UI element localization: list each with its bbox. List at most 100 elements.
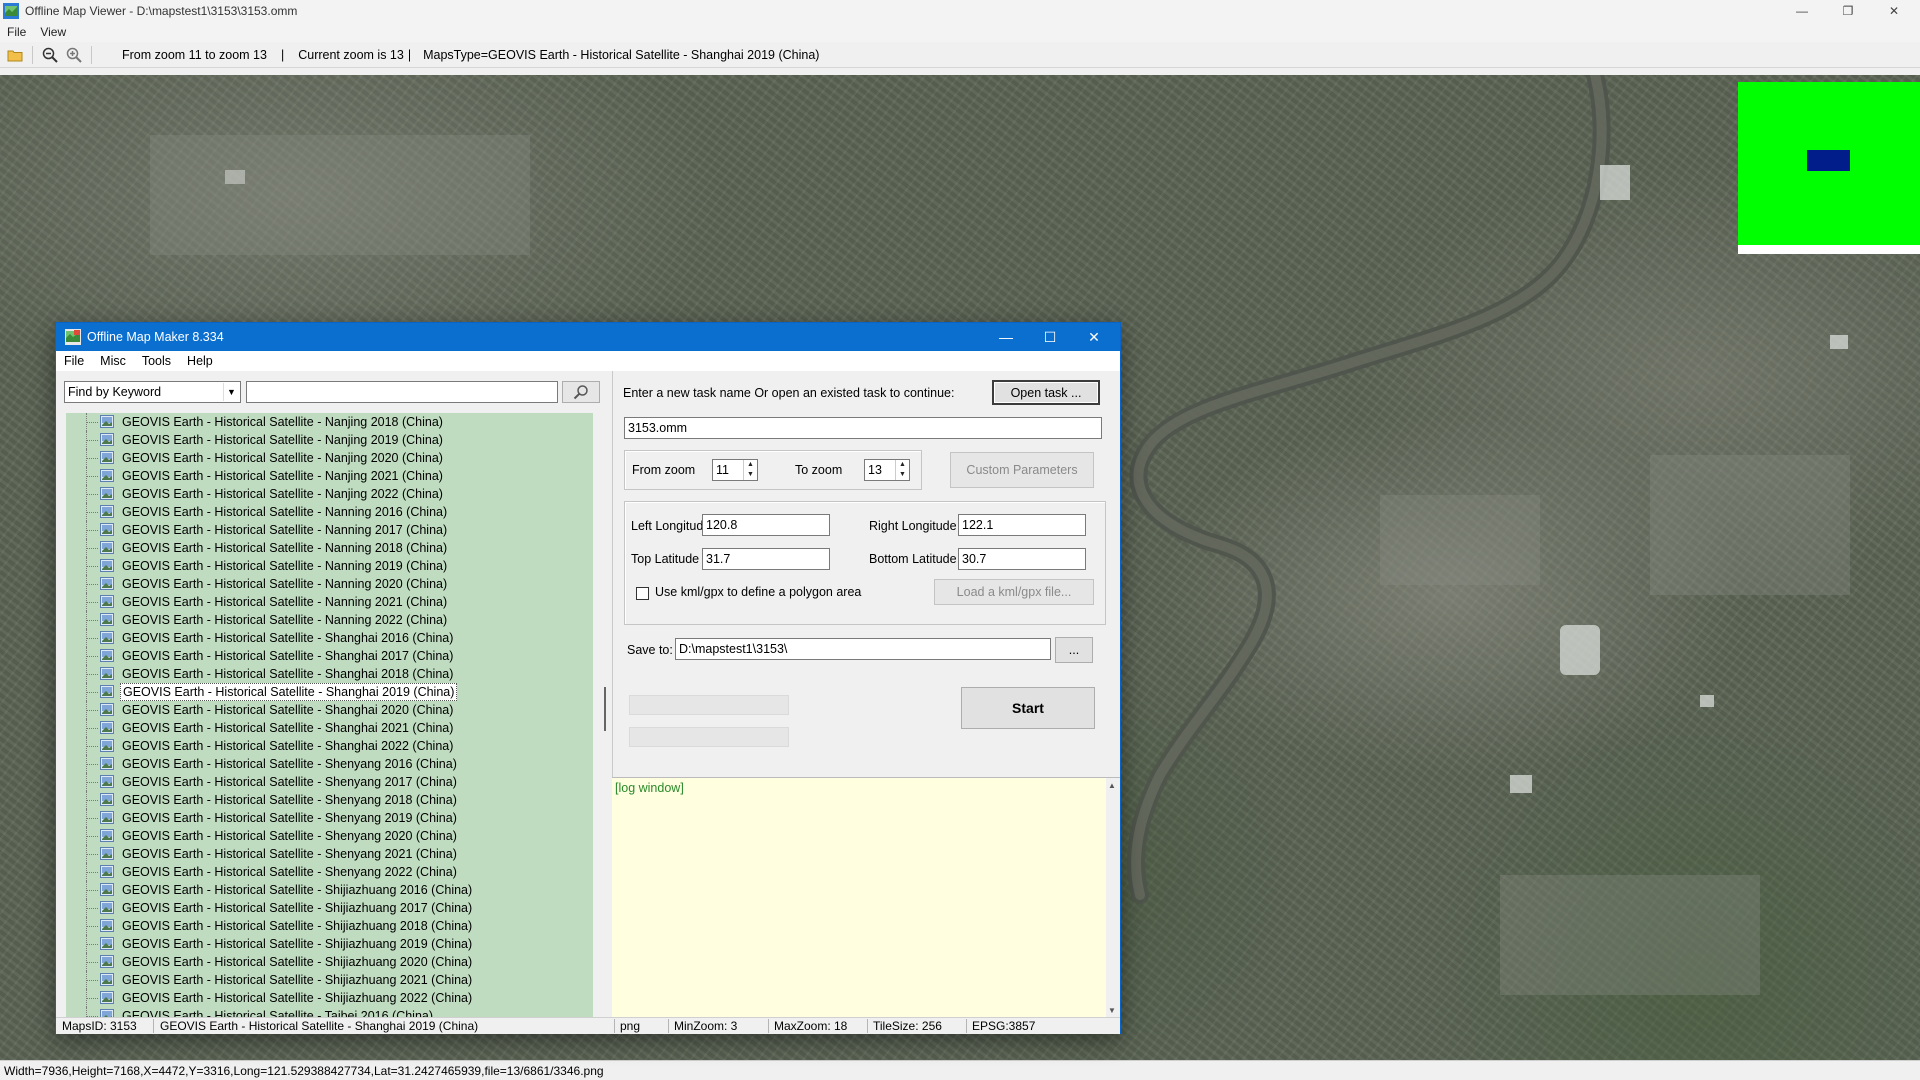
left-longitude-input[interactable]: 120.8 [702, 514, 830, 536]
toolbar-divider-text: | [407, 47, 412, 62]
close-button[interactable]: ✕ [1872, 0, 1916, 22]
tree-item[interactable]: GEOVIS Earth - Historical Satellite - Na… [66, 503, 593, 521]
pane-splitter[interactable] [602, 371, 606, 1017]
tree-item[interactable]: GEOVIS Earth - Historical Satellite - Sh… [66, 647, 593, 665]
tree-item[interactable]: GEOVIS Earth - Historical Satellite - Sh… [66, 989, 593, 1007]
from-zoom-label: From zoom [632, 463, 696, 477]
tree-item[interactable]: GEOVIS Earth - Historical Satellite - Na… [66, 467, 593, 485]
task-pane: Enter a new task name Or open an existed… [612, 371, 1120, 1018]
tree-item[interactable]: GEOVIS Earth - Historical Satellite - Sh… [66, 629, 593, 647]
tree-item[interactable]: GEOVIS Earth - Historical Satellite - Na… [66, 539, 593, 557]
search-mode-select[interactable]: Find by Keyword ▼ [64, 381, 241, 403]
to-zoom-spinner[interactable]: 13 ▲ ▼ [864, 459, 910, 481]
tree-item[interactable]: GEOVIS Earth - Historical Satellite - Sh… [66, 917, 593, 935]
tree-item[interactable]: GEOVIS Earth - Historical Satellite - Sh… [66, 755, 593, 773]
tree-item[interactable]: GEOVIS Earth - Historical Satellite - Na… [66, 575, 593, 593]
maker-menu-misc[interactable]: Misc [92, 354, 134, 368]
maker-close-button[interactable]: ✕ [1072, 323, 1116, 351]
save-path-input[interactable]: D:\mapstest1\3153\ [675, 638, 1051, 660]
tree-item[interactable]: GEOVIS Earth - Historical Satellite - Na… [66, 431, 593, 449]
custom-parameters-button[interactable]: Custom Parameters [950, 452, 1094, 488]
tree-item[interactable]: GEOVIS Earth - Historical Satellite - Sh… [66, 737, 593, 755]
tree-connector [86, 656, 98, 657]
open-task-button[interactable]: Open task ... [992, 380, 1100, 405]
scroll-down-icon[interactable]: ▼ [1108, 1006, 1116, 1015]
log-scrollbar[interactable]: ▲ ▼ [1106, 778, 1120, 1018]
maker-menu-help[interactable]: Help [179, 354, 221, 368]
right-longitude-input[interactable]: 122.1 [958, 514, 1086, 536]
minimap-viewport[interactable] [1807, 150, 1850, 171]
tree-item[interactable]: GEOVIS Earth - Historical Satellite - Sh… [66, 953, 593, 971]
spinner-arrows-icon[interactable]: ▲ ▼ [743, 460, 757, 480]
tree-connector [86, 800, 98, 801]
scroll-up-icon[interactable]: ▲ [1108, 781, 1116, 790]
tree-item-label: GEOVIS Earth - Historical Satellite - Na… [122, 577, 448, 591]
maker-maximize-button[interactable]: ☐ [1028, 323, 1072, 351]
tree-item[interactable]: GEOVIS Earth - Historical Satellite - Sh… [66, 719, 593, 737]
tree-item[interactable]: GEOVIS Earth - Historical Satellite - Na… [66, 593, 593, 611]
from-zoom-spinner[interactable]: 11 ▲ ▼ [712, 459, 758, 481]
tree-item[interactable]: GEOVIS Earth - Historical Satellite - Sh… [66, 863, 593, 881]
task-name-input[interactable]: 3153.omm [624, 417, 1102, 439]
tree-item[interactable]: GEOVIS Earth - Historical Satellite - Na… [66, 413, 593, 431]
maker-menu-tools[interactable]: Tools [134, 354, 179, 368]
top-latitude-input[interactable]: 31.7 [702, 548, 830, 570]
maker-menu-file[interactable]: File [56, 354, 92, 368]
minimize-button[interactable]: — [1780, 0, 1824, 22]
keyword-input[interactable] [246, 381, 558, 403]
tree-item[interactable]: GEOVIS Earth - Historical Satellite - Na… [66, 485, 593, 503]
map-image-icon [100, 973, 114, 986]
tree-item[interactable]: GEOVIS Earth - Historical Satellite - Sh… [66, 791, 593, 809]
status-epsg: EPSG:3857 [972, 1019, 1036, 1033]
spinner-arrows-icon[interactable]: ▲ ▼ [895, 460, 909, 480]
bottom-latitude-label: Bottom Latitude [869, 552, 957, 566]
status-tile-size: TileSize: 256 [873, 1019, 942, 1033]
restore-button[interactable]: ❐ [1826, 0, 1870, 22]
viewer-menubar: File View [0, 22, 1920, 42]
chevron-down-icon[interactable]: ▼ [223, 383, 239, 401]
tree-item[interactable]: GEOVIS Earth - Historical Satellite - Sh… [66, 701, 593, 719]
tree-item[interactable]: GEOVIS Earth - Historical Satellite - Na… [66, 521, 593, 539]
tree-item[interactable]: GEOVIS Earth - Historical Satellite - Na… [66, 611, 593, 629]
map-image-icon [100, 415, 114, 428]
viewer-titlebar: Offline Map Viewer - D:\mapstest1\3153\3… [0, 0, 1920, 22]
tree-item[interactable]: GEOVIS Earth - Historical Satellite - Sh… [66, 683, 593, 701]
tree-item[interactable]: GEOVIS Earth - Historical Satellite - Na… [66, 557, 593, 575]
tree-item[interactable]: GEOVIS Earth - Historical Satellite - Sh… [66, 845, 593, 863]
tree-item[interactable]: GEOVIS Earth - Historical Satellite - Sh… [66, 665, 593, 683]
tree-item[interactable]: GEOVIS Earth - Historical Satellite - Sh… [66, 773, 593, 791]
tree-connector [86, 944, 98, 945]
map-image-icon [100, 649, 114, 662]
log-window[interactable]: [log window] ▲ ▼ [612, 777, 1120, 1018]
zoom-out-icon[interactable] [41, 46, 59, 64]
menu-file[interactable]: File [0, 25, 33, 39]
tree-item[interactable]: GEOVIS Earth - Historical Satellite - Sh… [66, 827, 593, 845]
map-image-icon [100, 955, 114, 968]
bottom-latitude-input[interactable]: 30.7 [958, 548, 1086, 570]
load-kml-button[interactable]: Load a kml/gpx file... [934, 579, 1094, 605]
search-row: Find by Keyword ▼ [64, 381, 604, 403]
kml-checkbox[interactable] [636, 587, 649, 600]
tree-item[interactable]: GEOVIS Earth - Historical Satellite - Sh… [66, 881, 593, 899]
splitter-grip[interactable] [604, 687, 606, 731]
tree-item[interactable]: GEOVIS Earth - Historical Satellite - Ta… [66, 1007, 593, 1017]
tree-item[interactable]: GEOVIS Earth - Historical Satellite - Sh… [66, 809, 593, 827]
open-folder-icon[interactable] [6, 46, 24, 64]
tree-item[interactable]: GEOVIS Earth - Historical Satellite - Sh… [66, 935, 593, 953]
browse-button[interactable]: ... [1055, 637, 1093, 663]
status-divider [966, 1019, 967, 1033]
tree-item[interactable]: GEOVIS Earth - Historical Satellite - Na… [66, 449, 593, 467]
map-image-icon [100, 811, 114, 824]
zoom-in-icon[interactable] [65, 46, 83, 64]
tree-item[interactable]: GEOVIS Earth - Historical Satellite - Sh… [66, 899, 593, 917]
minimap[interactable] [1738, 82, 1920, 254]
search-button[interactable] [562, 381, 600, 403]
map-image-icon [100, 451, 114, 464]
start-button[interactable]: Start [961, 687, 1095, 729]
map-maker-dialog: Offline Map Maker 8.334 — ☐ ✕ File Misc … [55, 322, 1121, 1034]
menu-view[interactable]: View [33, 25, 73, 39]
map-type-tree[interactable]: GEOVIS Earth - Historical Satellite - Na… [66, 413, 593, 1017]
maker-minimize-button[interactable]: — [984, 323, 1028, 351]
map-image-icon [100, 721, 114, 734]
tree-item[interactable]: GEOVIS Earth - Historical Satellite - Sh… [66, 971, 593, 989]
